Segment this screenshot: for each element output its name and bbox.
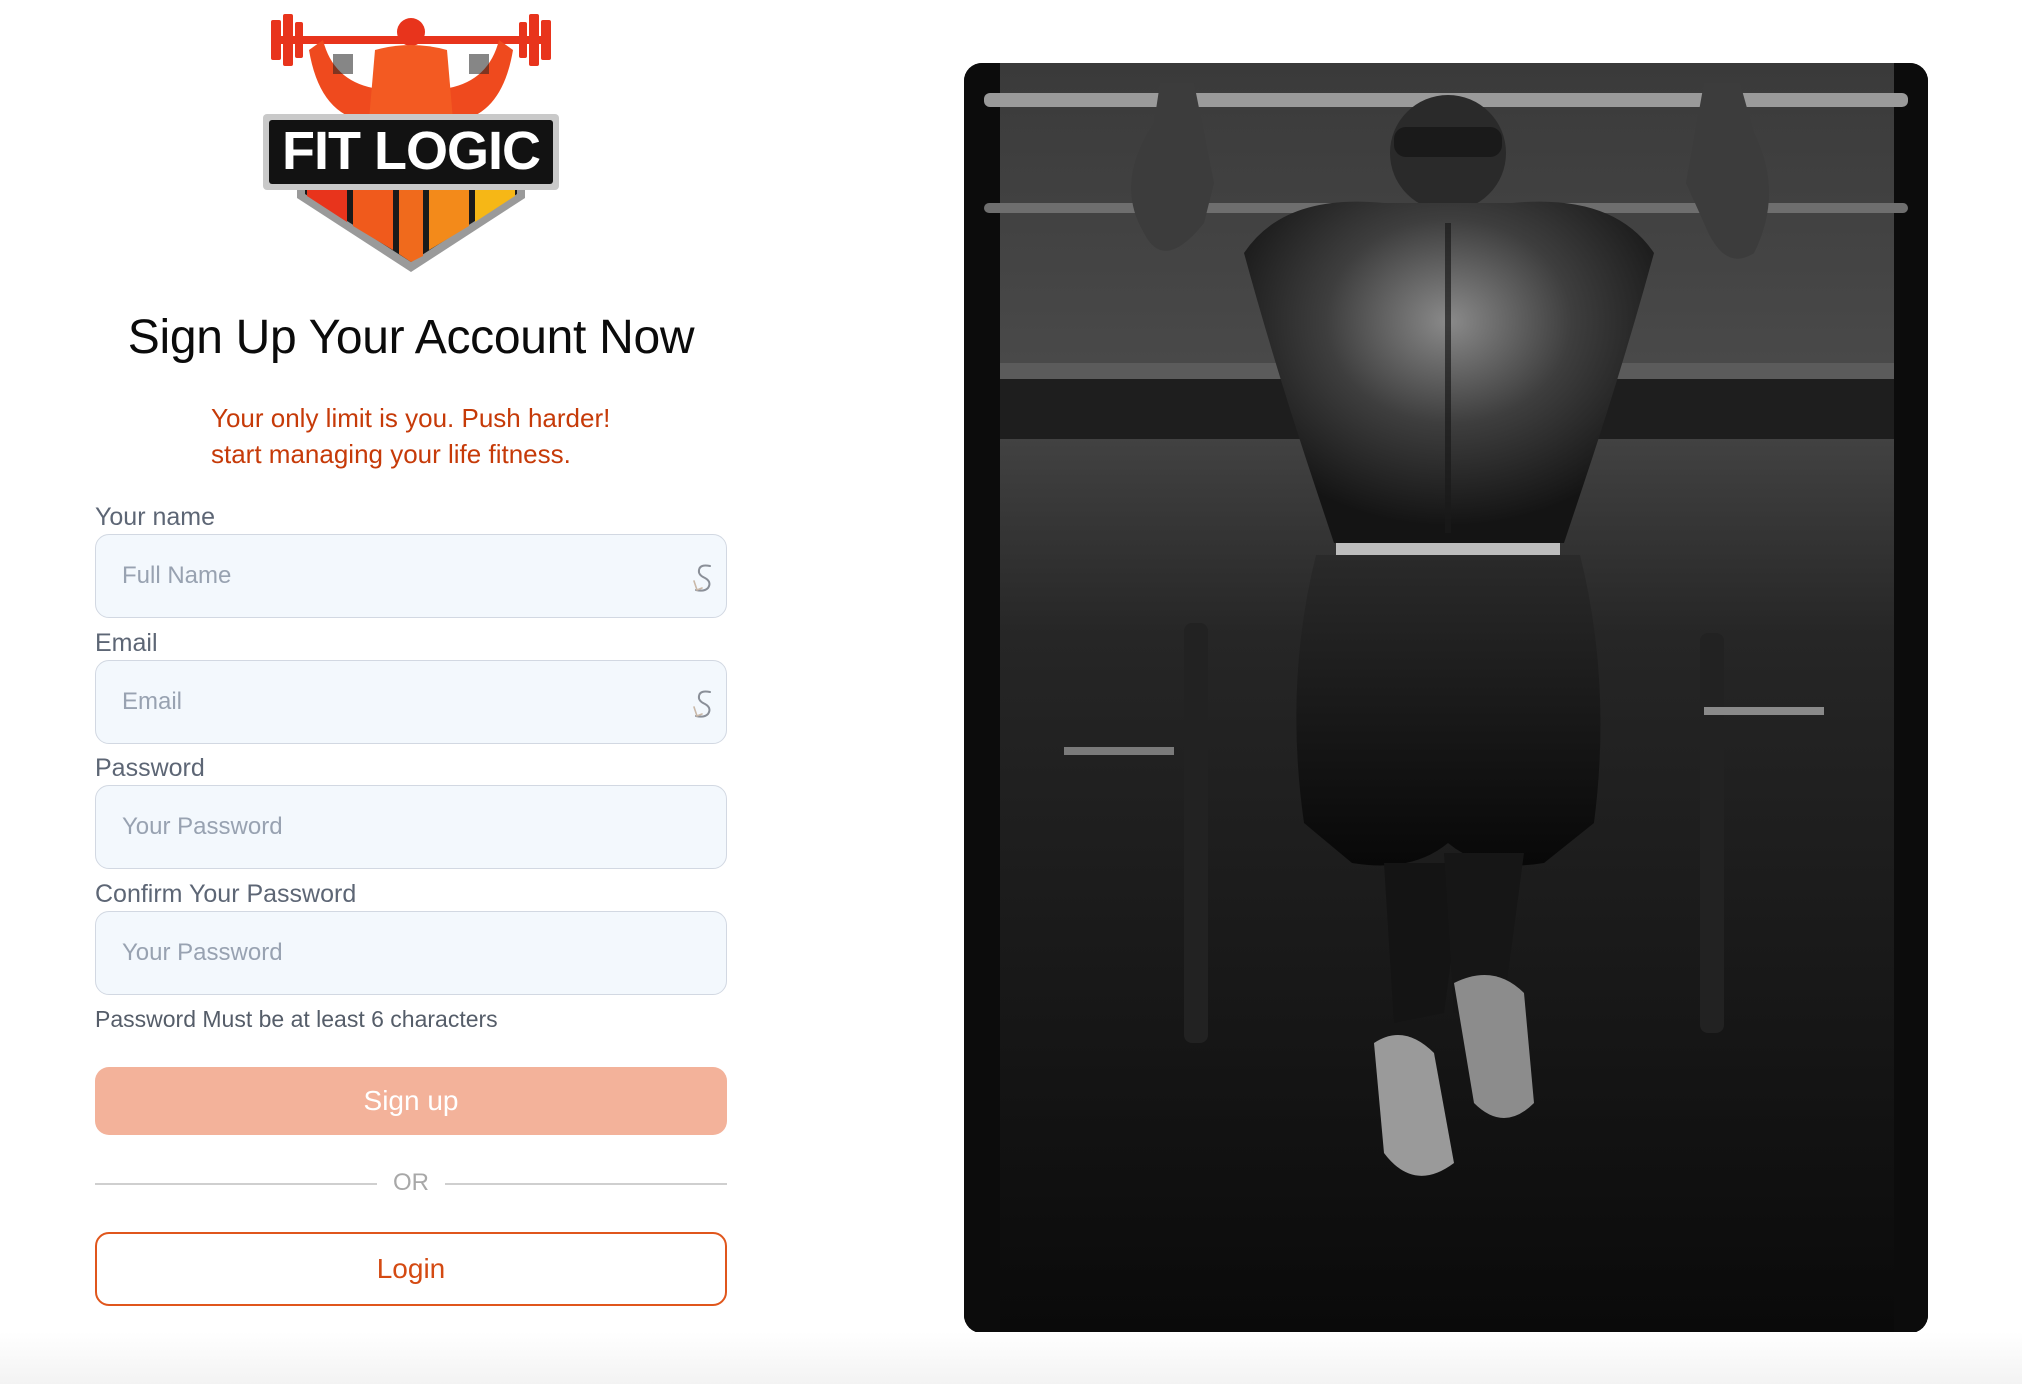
confirm-password-input[interactable] [96,912,726,994]
page-title: Sign Up Your Account Now [127,311,695,364]
athlete-pullup-photo [964,63,1928,1333]
signup-button[interactable]: Sign up [95,1067,727,1135]
name-label: Your name [95,503,215,531]
password-label: Password [95,754,205,782]
signup-page: FIT LOGIC Sign Up Your Account Now Your … [0,0,2022,1384]
divider-line-right [445,1183,727,1185]
bottom-edge [0,1332,2022,1384]
name-field[interactable] [95,534,727,618]
email-field[interactable] [95,660,727,744]
tagline-line-2: start managing your life fitness. [211,439,571,469]
or-divider: OR [95,1168,727,1198]
password-input[interactable] [96,786,726,868]
logo-graphic: FIT LOGIC [263,14,559,272]
password-field[interactable] [95,785,727,869]
hero-image [964,63,1928,1333]
email-input[interactable] [96,661,726,743]
login-button[interactable]: Login [95,1232,727,1306]
confirm-password-label: Confirm Your Password [95,880,357,908]
autofill-icon[interactable] [688,687,718,721]
email-label: Email [95,629,158,657]
fit-logic-logo: FIT LOGIC [263,10,559,282]
tagline-line-1: Your only limit is you. Push harder! [211,403,611,433]
name-input[interactable] [96,535,726,617]
divider-line-left [95,1183,377,1185]
password-hint: Password Must be at least 6 characters [95,1006,498,1032]
confirm-password-field[interactable] [95,911,727,995]
tagline: Your only limit is you. Push harder! sta… [211,400,691,472]
logo-text: FIT LOGIC [282,121,540,181]
divider-label: OR [393,1169,429,1196]
autofill-icon[interactable] [688,561,718,595]
